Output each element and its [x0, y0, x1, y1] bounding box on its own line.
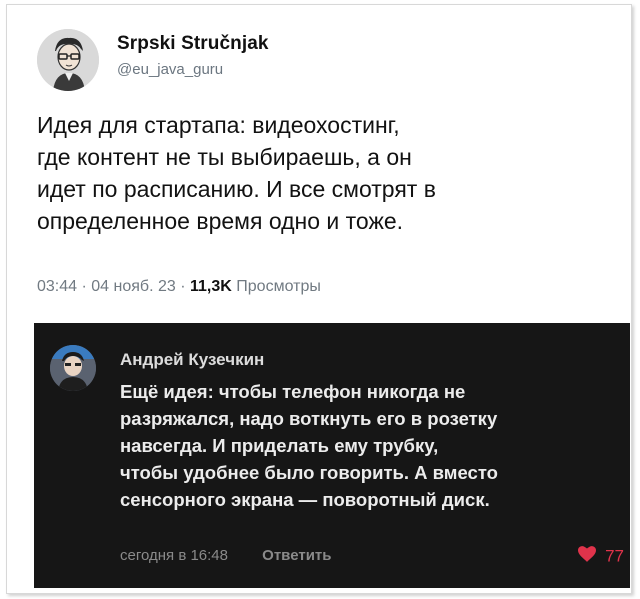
tweet-meta: 03:44 · 04 нояб. 23 · 11,3K Просмотры: [37, 278, 321, 296]
reply-button[interactable]: Ответить: [262, 547, 331, 564]
tweet-text-line: определенное время одно и тоже.: [37, 208, 404, 234]
tweet-text-line: где контент не ты выбираешь, а он: [37, 144, 412, 170]
tweet: Srpski Stručnjak @eu_java_guru Идея для …: [7, 5, 631, 321]
comment-time: сегодня в 16:48: [120, 547, 228, 564]
comment-text-line: Ещё идея: чтобы телефон никогда не: [120, 381, 466, 402]
meta-separator: ·: [81, 278, 87, 295]
meta-separator: ·: [180, 278, 186, 295]
comment: Андрей Кузечкин Ещё идея: чтобы телефон …: [34, 323, 630, 588]
comment-text-line: сенсорного экрана — поворотный диск.: [120, 489, 490, 510]
comment-text-line: чтобы удобнее было говорить. А вместо: [120, 462, 498, 483]
like-count: 77: [605, 546, 624, 566]
comment-text-line: навсегда. И приделать ему трубку,: [120, 435, 439, 456]
tweet-text: Идея для стартапа: видеохостинг, где кон…: [37, 109, 607, 237]
tweet-time[interactable]: 03:44: [37, 278, 77, 295]
comment-text-line: разряжался, надо воткнуть его в розетку: [120, 408, 498, 429]
tweet-date[interactable]: 04 нояб. 23: [91, 278, 176, 295]
screenshot-frame: Srpski Stručnjak @eu_java_guru Идея для …: [6, 4, 632, 594]
comment-author-name[interactable]: Андрей Кузечкин: [120, 350, 264, 370]
comment-footer: сегодня в 16:48 Ответить 77: [120, 546, 624, 566]
tweet-views-label: Просмотры: [236, 278, 321, 295]
tweet-author-avatar[interactable]: [37, 29, 99, 91]
comment-text: Ещё идея: чтобы телефон никогда не разря…: [120, 378, 620, 513]
tweet-text-line: Идея для стартапа: видеохостинг,: [37, 112, 400, 138]
heart-icon: [578, 546, 597, 567]
tweet-author-handle[interactable]: @eu_java_guru: [117, 61, 269, 78]
comment-author-avatar[interactable]: [50, 345, 96, 391]
tweet-views-count: 11,3K: [190, 278, 232, 295]
tweet-author-name[interactable]: Srpski Stručnjak: [117, 33, 269, 55]
like-button[interactable]: 77: [578, 546, 624, 567]
tweet-author: Srpski Stručnjak @eu_java_guru: [117, 33, 269, 78]
tweet-text-line: идет по расписанию. И все смотрят в: [37, 176, 436, 202]
